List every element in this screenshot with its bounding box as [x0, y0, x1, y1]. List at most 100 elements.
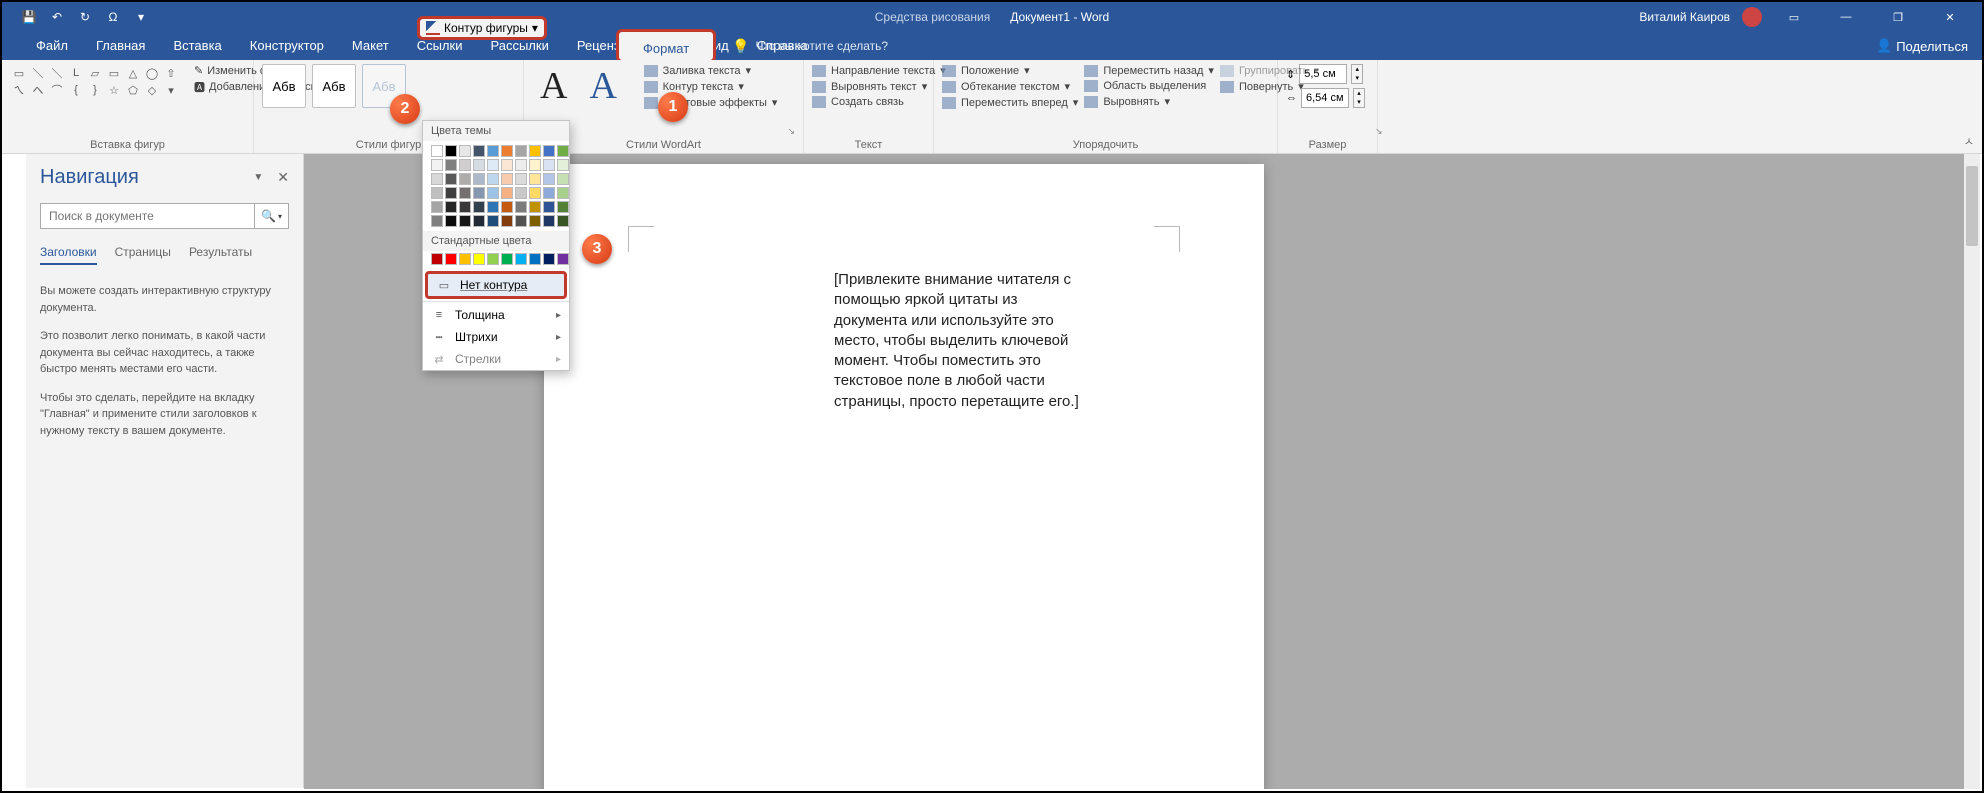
- color-swatch[interactable]: [543, 253, 555, 265]
- color-swatch[interactable]: [543, 187, 555, 199]
- color-swatch[interactable]: [557, 145, 569, 157]
- color-swatch[interactable]: [515, 159, 527, 171]
- color-swatch[interactable]: [473, 173, 485, 185]
- color-swatch[interactable]: [459, 145, 471, 157]
- collapse-ribbon-icon[interactable]: ㅅ: [1964, 133, 1974, 149]
- color-swatch[interactable]: [557, 173, 569, 185]
- wrap-text-button[interactable]: Обтекание текстом▾: [942, 80, 1078, 93]
- color-swatch[interactable]: [445, 253, 457, 265]
- color-swatch[interactable]: [501, 173, 513, 185]
- color-swatch[interactable]: [431, 253, 443, 265]
- color-swatch[interactable]: [515, 187, 527, 199]
- tab-home[interactable]: Главная: [82, 32, 159, 60]
- nav-tab-results[interactable]: Результаты: [189, 245, 252, 265]
- color-swatch[interactable]: [487, 253, 499, 265]
- send-backward-button[interactable]: Переместить назад▾: [1084, 64, 1214, 77]
- color-swatch[interactable]: [473, 187, 485, 199]
- color-swatch[interactable]: [515, 253, 527, 265]
- dialog-launcher-icon[interactable]: ↘: [787, 126, 795, 137]
- color-swatch[interactable]: [557, 201, 569, 213]
- color-swatch[interactable]: [557, 215, 569, 227]
- shape-style-preset[interactable]: Абв: [312, 64, 356, 108]
- nav-tab-headings[interactable]: Заголовки: [40, 245, 97, 265]
- color-swatch[interactable]: [445, 215, 457, 227]
- color-swatch[interactable]: [459, 253, 471, 265]
- color-swatch[interactable]: [557, 253, 569, 265]
- tab-format[interactable]: Формат: [616, 29, 716, 63]
- standard-colors-row[interactable]: [423, 251, 569, 271]
- user-avatar-icon[interactable]: [1742, 7, 1762, 27]
- color-swatch[interactable]: [529, 187, 541, 199]
- width-spinner[interactable]: ▴▾: [1353, 88, 1365, 108]
- text-direction-button[interactable]: Направление текста▾: [812, 64, 946, 77]
- qa-customize-icon[interactable]: ▾: [134, 10, 148, 24]
- color-swatch[interactable]: [543, 173, 555, 185]
- color-swatch[interactable]: [529, 215, 541, 227]
- user-name[interactable]: Виталий Каиров: [1639, 10, 1730, 24]
- bring-forward-button[interactable]: Переместить вперед▾: [942, 96, 1078, 109]
- color-swatch[interactable]: [473, 159, 485, 171]
- vertical-scrollbar[interactable]: [1964, 154, 1980, 789]
- shapes-gallery[interactable]: ▭＼＼L▱▭△◯⇧ ㄟへ⌒{}☆⬠◇▾: [10, 64, 180, 99]
- close-pane-icon[interactable]: ✕: [277, 169, 289, 186]
- color-swatch[interactable]: [501, 159, 513, 171]
- chevron-down-icon[interactable]: ▼: [253, 172, 263, 183]
- color-swatch[interactable]: [487, 201, 499, 213]
- color-swatch[interactable]: [543, 215, 555, 227]
- color-swatch[interactable]: [529, 145, 541, 157]
- shape-outline-button[interactable]: Контур фигуры ▾: [417, 16, 547, 40]
- restore-icon[interactable]: ❐: [1878, 2, 1918, 32]
- color-swatch[interactable]: [445, 173, 457, 185]
- weight-submenu[interactable]: ≡ Толщина ▸: [423, 304, 569, 326]
- color-swatch[interactable]: [529, 173, 541, 185]
- color-swatch[interactable]: [445, 159, 457, 171]
- color-swatch[interactable]: [487, 173, 499, 185]
- color-swatch[interactable]: [431, 159, 443, 171]
- color-swatch[interactable]: [515, 201, 527, 213]
- color-swatch[interactable]: [487, 187, 499, 199]
- undo-icon[interactable]: ↶: [50, 10, 64, 24]
- color-swatch[interactable]: [543, 145, 555, 157]
- dashes-submenu[interactable]: ┅ Штрихи ▸: [423, 326, 569, 348]
- color-swatch[interactable]: [515, 173, 527, 185]
- color-swatch[interactable]: [501, 145, 513, 157]
- symbol-icon[interactable]: Ω: [106, 10, 120, 24]
- wordart-preset[interactable]: A: [581, 64, 624, 108]
- color-swatch[interactable]: [487, 159, 499, 171]
- color-swatch[interactable]: [557, 159, 569, 171]
- text-fill-button[interactable]: Заливка текста▾: [644, 64, 778, 77]
- color-swatch[interactable]: [473, 145, 485, 157]
- color-swatch[interactable]: [543, 159, 555, 171]
- color-swatch[interactable]: [501, 187, 513, 199]
- position-button[interactable]: Положение▾: [942, 64, 1078, 77]
- color-swatch[interactable]: [473, 253, 485, 265]
- color-swatch[interactable]: [459, 215, 471, 227]
- wordart-preset[interactable]: A: [532, 64, 575, 108]
- color-swatch[interactable]: [445, 145, 457, 157]
- tab-design[interactable]: Конструктор: [236, 32, 338, 60]
- selection-pane-button[interactable]: Область выделения: [1084, 80, 1214, 92]
- search-input[interactable]: [41, 204, 254, 228]
- tab-file[interactable]: Файл: [22, 32, 82, 60]
- ribbon-options-icon[interactable]: ▭: [1774, 2, 1814, 32]
- tab-insert[interactable]: Вставка: [159, 32, 235, 60]
- color-swatch[interactable]: [501, 253, 513, 265]
- color-swatch[interactable]: [529, 253, 541, 265]
- color-swatch[interactable]: [515, 215, 527, 227]
- align-text-button[interactable]: Выровнять текст▾: [812, 80, 946, 93]
- color-swatch[interactable]: [459, 187, 471, 199]
- scroll-thumb[interactable]: [1966, 166, 1978, 246]
- color-swatch[interactable]: [431, 215, 443, 227]
- nav-tab-pages[interactable]: Страницы: [115, 245, 171, 265]
- page[interactable]: [Привлеките внимание читателя с помощью …: [544, 164, 1264, 789]
- text-outline-button[interactable]: Контур текста▾: [644, 80, 778, 93]
- search-button[interactable]: 🔍▾: [254, 204, 288, 228]
- nav-search[interactable]: 🔍▾: [40, 203, 289, 229]
- tell-me-search[interactable]: 💡 Что вы хотите сделать?: [732, 38, 888, 55]
- color-swatch[interactable]: [501, 215, 513, 227]
- color-swatch[interactable]: [487, 215, 499, 227]
- shape-style-preset[interactable]: Абв: [262, 64, 306, 108]
- color-swatch[interactable]: [431, 145, 443, 157]
- color-swatch[interactable]: [487, 145, 499, 157]
- dialog-launcher-icon[interactable]: ↘: [1375, 126, 1383, 137]
